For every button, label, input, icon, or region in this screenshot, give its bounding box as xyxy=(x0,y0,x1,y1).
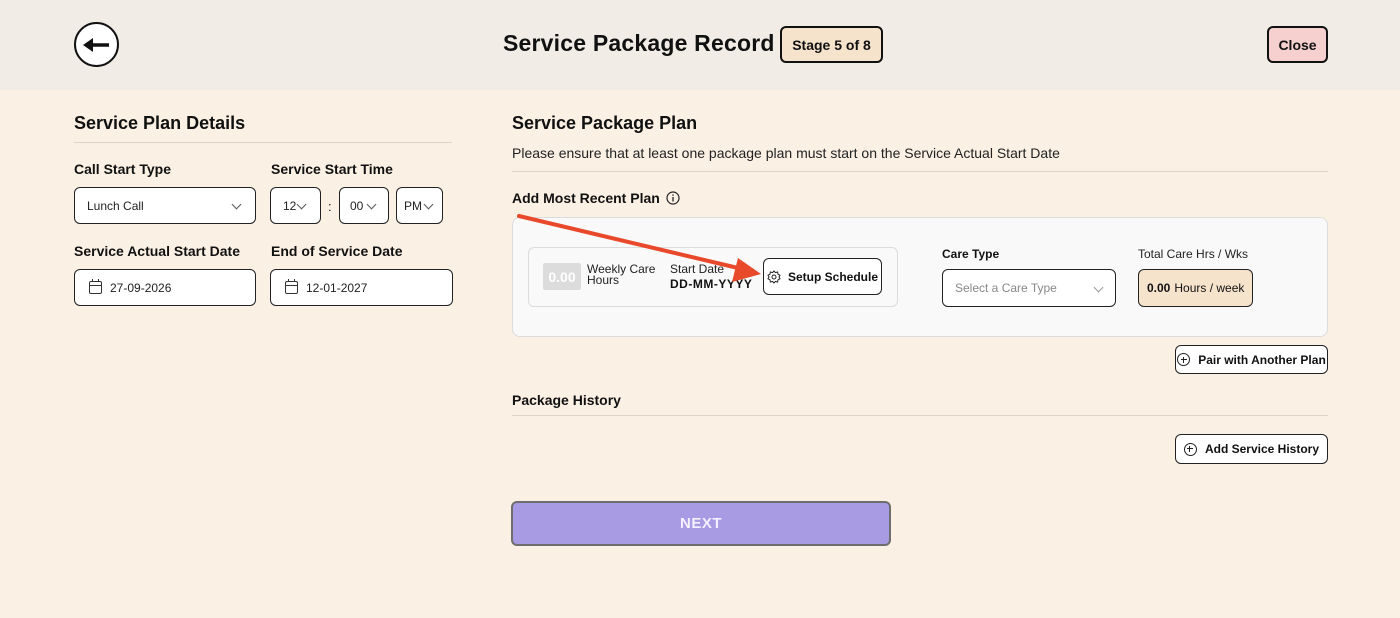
actual-start-date-label: Service Actual Start Date xyxy=(74,243,240,259)
chevron-down-icon xyxy=(1093,282,1104,293)
top-bar: Service Package Record Stage 5 of 8 Clos… xyxy=(0,0,1400,90)
hour-select[interactable]: 12 xyxy=(270,187,321,224)
arrow-left-icon xyxy=(82,37,109,52)
end-of-service-date-value: 12-01-2027 xyxy=(306,280,368,295)
weekly-care-hours-label: Weekly Care Hours xyxy=(587,262,656,287)
back-button[interactable] xyxy=(74,22,119,67)
end-of-service-date-label: End of Service Date xyxy=(271,243,403,259)
package-history-title: Package History xyxy=(512,392,621,408)
add-service-history-label: Add Service History xyxy=(1204,442,1320,456)
actual-start-date-field[interactable]: 27-09-2026 xyxy=(74,269,256,306)
add-service-history-button[interactable]: Add Service History xyxy=(1175,434,1328,464)
setup-schedule-button[interactable]: Setup Schedule xyxy=(763,258,882,295)
right-divider xyxy=(512,171,1328,172)
minute-select[interactable]: 00 xyxy=(339,187,389,224)
service-plan-details-title: Service Plan Details xyxy=(74,113,246,133)
chevron-down-icon xyxy=(366,199,377,210)
call-start-type-select[interactable]: Lunch Call xyxy=(74,187,256,224)
add-plan-heading: Add Most Recent Plan xyxy=(512,190,680,206)
plan-description: Please ensure that at least one package … xyxy=(512,145,1060,161)
pair-with-another-plan-button[interactable]: Pair with Another Plan xyxy=(1175,345,1328,374)
weekly-hours-badge: 0.00 xyxy=(543,263,581,290)
service-package-plan-title: Service Package Plan xyxy=(512,113,698,133)
care-type-select[interactable]: Select a Care Type xyxy=(942,269,1116,307)
plus-circle-icon xyxy=(1177,353,1191,366)
gear-icon xyxy=(767,269,781,284)
plus-circle-icon xyxy=(1183,442,1197,456)
ampm-value: PM xyxy=(404,198,422,213)
start-date-label: Start Date xyxy=(670,262,725,276)
minute-value: 00 xyxy=(350,198,364,213)
pair-with-another-plan-label: Pair with Another Plan xyxy=(1198,352,1326,367)
actual-start-date-value: 27-09-2026 xyxy=(110,280,172,295)
total-care-hours-value: 0.00 xyxy=(1147,281,1171,295)
stage-badge: Stage 5 of 8 xyxy=(780,26,883,63)
left-divider xyxy=(74,142,452,143)
calendar-icon xyxy=(89,279,102,294)
care-type-placeholder: Select a Care Type xyxy=(955,281,1057,295)
care-type-label: Care Type xyxy=(942,247,1000,261)
add-plan-label: Add Most Recent Plan xyxy=(512,190,660,206)
hour-value: 12 xyxy=(283,198,297,213)
setup-schedule-label: Setup Schedule xyxy=(787,269,879,284)
start-date-value: DD-MM-YYYY xyxy=(670,277,753,291)
calendar-icon xyxy=(285,279,298,294)
info-icon[interactable] xyxy=(666,191,680,205)
chevron-down-icon xyxy=(423,199,434,210)
history-divider xyxy=(512,415,1328,416)
call-start-type-label: Call Start Type xyxy=(74,161,171,177)
total-care-hours-field: 0.00 Hours / week xyxy=(1138,269,1253,307)
close-button[interactable]: Close xyxy=(1267,26,1328,63)
call-start-type-value: Lunch Call xyxy=(87,198,144,213)
total-care-hours-label: Total Care Hrs / Wks xyxy=(1138,247,1249,261)
service-start-time-label: Service Start Time xyxy=(271,161,393,177)
time-separator: : xyxy=(328,199,332,214)
page-title: Service Package Record xyxy=(503,30,775,56)
chevron-down-icon xyxy=(231,199,242,210)
next-button[interactable]: NEXT xyxy=(511,501,891,546)
ampm-select[interactable]: PM xyxy=(396,187,443,224)
end-of-service-date-field[interactable]: 12-01-2027 xyxy=(270,269,453,306)
total-care-hours-unit: Hours / week xyxy=(1174,281,1245,295)
chevron-down-icon xyxy=(296,199,307,210)
